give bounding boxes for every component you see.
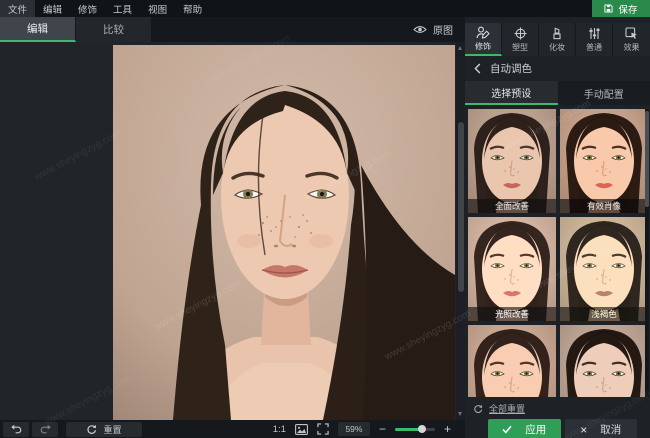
- show-original-toggle[interactable]: 原图: [413, 17, 453, 42]
- preset-grid: 全面改善 有效肖像 光照改善 浅褐色: [468, 109, 650, 397]
- save-label: 保存: [618, 2, 637, 16]
- preset-thumbnail[interactable]: 有效肖像: [560, 109, 648, 213]
- auto-color-title: 自动调色: [490, 61, 532, 76]
- tool-tab-label: 效果: [624, 42, 640, 53]
- tool-tab-makeup[interactable]: 化妆: [539, 23, 576, 56]
- canvas-toolbar: 重置 1:1 59% − +: [0, 420, 465, 438]
- menu-retouch[interactable]: 修饰: [70, 0, 105, 17]
- save-button[interactable]: 保存: [592, 0, 650, 17]
- tool-tabs: 修饰 塑型 化妆 普通 效果: [465, 23, 650, 56]
- cancel-button[interactable]: × 取消: [565, 419, 638, 438]
- tool-tab-label: 修饰: [475, 41, 491, 52]
- apply-label: 应用: [525, 422, 546, 437]
- zoom-in-button[interactable]: +: [444, 423, 451, 435]
- save-icon: [604, 4, 613, 13]
- preset-thumbnail[interactable]: [468, 325, 556, 397]
- original-label: 原图: [433, 22, 453, 37]
- preset-thumbnail[interactable]: 全面改善: [468, 109, 556, 213]
- menu-tools[interactable]: 工具: [105, 0, 140, 17]
- apply-button[interactable]: 应用: [488, 419, 561, 438]
- menu-bar: 文件 编辑 修饰 工具 视图 帮助 保存: [0, 0, 650, 17]
- preset-mode-tabs: 选择预设 手动配置: [465, 81, 650, 105]
- preset-label: 全面改善: [468, 199, 556, 213]
- sliders-icon: [588, 27, 601, 40]
- tool-tab-reshape[interactable]: 塑型: [502, 23, 539, 56]
- tab-edit[interactable]: 编辑: [0, 17, 76, 42]
- preset-thumbnail[interactable]: 浅褐色: [560, 217, 648, 321]
- menu-view[interactable]: 视图: [140, 0, 175, 17]
- zoom-slider-knob[interactable]: [418, 425, 426, 433]
- reset-label: 重置: [103, 423, 121, 436]
- undo-button[interactable]: [3, 422, 29, 437]
- preset-label: 有效肖像: [560, 199, 648, 213]
- zoom-slider[interactable]: [395, 424, 435, 434]
- action-buttons: 应用 × 取消: [465, 419, 650, 438]
- back-chevron-icon[interactable]: [474, 63, 481, 74]
- image-canvas[interactable]: [0, 42, 465, 420]
- scroll-up-arrow-icon[interactable]: [458, 46, 462, 50]
- ratio-1-1-button[interactable]: 1:1: [273, 424, 286, 435]
- preset-scrollbar-thumb[interactable]: [645, 111, 649, 207]
- cancel-label: 取消: [600, 422, 621, 437]
- reset-all-label: 全部重置: [489, 402, 525, 415]
- zoom-out-button[interactable]: −: [379, 423, 386, 435]
- canvas-vertical-scrollbar[interactable]: [456, 42, 465, 420]
- check-icon: [502, 425, 512, 434]
- auto-color-header: 自动调色: [465, 56, 650, 81]
- fit-image-icon[interactable]: [295, 424, 308, 435]
- redo-button[interactable]: [32, 422, 58, 437]
- preset-thumbnail[interactable]: [560, 325, 648, 397]
- zoom-slider-fill: [395, 428, 420, 431]
- menu-help[interactable]: 帮助: [175, 0, 210, 17]
- preset-label: 浅褐色: [560, 307, 648, 321]
- retouch-icon: [476, 26, 490, 39]
- menu-edit[interactable]: 编辑: [35, 0, 70, 17]
- zoom-percent-display[interactable]: 59%: [338, 422, 370, 436]
- tab-manual-config[interactable]: 手动配置: [558, 81, 650, 105]
- tab-compare[interactable]: 比较: [76, 17, 152, 42]
- tool-tab-retouch[interactable]: 修饰: [465, 23, 502, 56]
- preset-label: 光照改善: [468, 307, 556, 321]
- reset-icon: [86, 424, 97, 435]
- close-icon: ×: [580, 424, 587, 436]
- reshape-icon: [514, 27, 527, 40]
- scroll-down-arrow-icon[interactable]: [458, 412, 462, 416]
- reset-all-link[interactable]: 全部重置: [473, 402, 650, 415]
- right-panel: 修饰 塑型 化妆 普通 效果 自动调色 选择预设 手动配置 全面改善: [465, 17, 650, 438]
- fullscreen-icon[interactable]: [317, 423, 329, 435]
- tool-tab-label: 化妆: [549, 42, 565, 53]
- effects-icon: [625, 27, 638, 40]
- tool-tab-general[interactable]: 普通: [576, 23, 613, 56]
- eye-icon: [413, 25, 427, 34]
- tool-tab-label: 普通: [586, 42, 602, 53]
- lipstick-icon: [551, 27, 563, 40]
- reset-all-icon: [473, 404, 483, 414]
- view-tabstrip: 编辑 比较 原图: [0, 17, 465, 42]
- scrollbar-thumb[interactable]: [458, 122, 464, 292]
- undo-icon: [10, 424, 23, 434]
- preset-scrollbar[interactable]: [645, 109, 649, 397]
- reset-button[interactable]: 重置: [66, 422, 142, 437]
- redo-icon: [39, 424, 52, 434]
- preset-thumbnail[interactable]: 光照改善: [468, 217, 556, 321]
- tool-tab-label: 塑型: [512, 42, 528, 53]
- menu-file[interactable]: 文件: [0, 0, 35, 17]
- portrait-photo: [113, 45, 455, 420]
- tab-select-preset[interactable]: 选择预设: [465, 81, 558, 105]
- tool-tab-effects[interactable]: 效果: [613, 23, 650, 56]
